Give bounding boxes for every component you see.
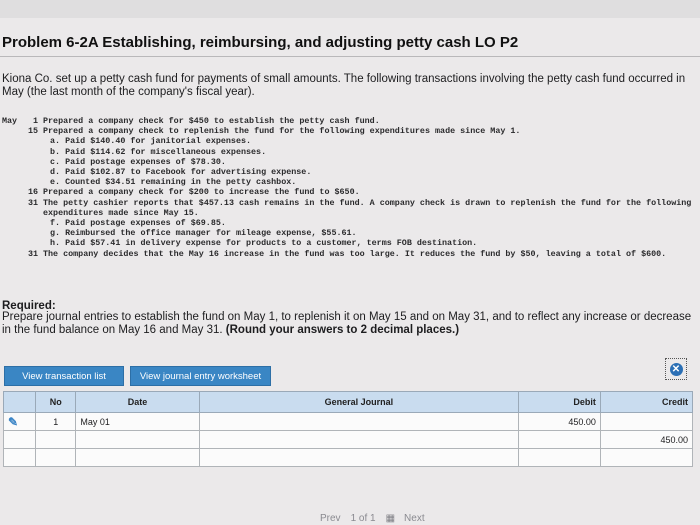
- transaction-month: [2, 177, 26, 187]
- transaction-item: c. Paid postage expenses of $78.30.: [2, 157, 692, 167]
- header-credit: Credit: [599, 391, 694, 413]
- transaction-day: 1: [32, 116, 38, 126]
- page-indicator: 1 of 1: [350, 512, 376, 524]
- transaction-day: 31: [27, 248, 38, 259]
- table-row[interactable]: 450.00: [2, 430, 694, 449]
- row-debit-cell[interactable]: 450.00: [518, 412, 601, 431]
- row-account-cell[interactable]: [198, 430, 520, 449]
- row-debit-cell[interactable]: [518, 430, 601, 449]
- journal-table: No Date General Journal Debit Credit ✎ 1…: [2, 391, 694, 467]
- transaction-item: a. Paid $140.40 for janitorial expenses.: [2, 136, 692, 146]
- transaction-text: a. Paid $140.40 for janitorial expenses.: [50, 136, 252, 147]
- transaction-item: h. Paid $57.41 in delivery expense for p…: [2, 238, 692, 248]
- transaction-text: b. Paid $114.62 for miscellaneous expens…: [50, 146, 267, 157]
- grid-icon[interactable]: ▦: [386, 513, 396, 524]
- transaction-text: c. Paid postage expenses of $78.30.: [50, 156, 226, 167]
- transaction-month: May: [2, 116, 18, 126]
- edit-cell: [2, 448, 37, 467]
- table-row[interactable]: ✎ 1 May 01 450.00: [2, 412, 694, 431]
- required-rounding-note: (Round your answers to 2 decimal places.…: [225, 324, 460, 336]
- transaction-item: 15 Prepared a company check to replenish …: [2, 126, 692, 136]
- row-credit-cell[interactable]: [599, 412, 694, 431]
- transaction-day: [26, 167, 38, 177]
- transaction-text: Prepared a company check for $450 to est…: [43, 116, 380, 126]
- top-bar: [0, 0, 700, 18]
- row-date-cell[interactable]: [75, 448, 200, 467]
- row-no-cell: 1: [35, 412, 77, 431]
- transaction-text: d. Paid $102.87 to Facebook for advertis…: [50, 167, 312, 178]
- transaction-day: [26, 218, 38, 228]
- title-divider: [0, 56, 700, 57]
- transaction-day: [26, 136, 38, 146]
- close-icon: ✕: [669, 362, 683, 376]
- row-account-cell[interactable]: [198, 412, 520, 431]
- transaction-item: 16 Prepared a company check for $200 to i…: [2, 187, 692, 197]
- transaction-item: 31 The company decides that the May 16 in…: [2, 249, 692, 259]
- transaction-month: [2, 198, 26, 218]
- transaction-month: [2, 167, 26, 177]
- transaction-day: 16: [27, 187, 38, 198]
- transaction-item: f. Paid postage expenses of $69.85.: [2, 218, 692, 228]
- header-date: Date: [75, 391, 200, 413]
- transaction-text: The petty cashier reports that $457.13 c…: [43, 197, 692, 218]
- transaction-month: [2, 136, 26, 146]
- transaction-item: b. Paid $114.62 for miscellaneous expens…: [2, 147, 692, 157]
- transaction-text: e. Counted $34.51 remaining in the petty…: [50, 177, 297, 188]
- transaction-item: May 1 Prepared a company check for $450 to…: [2, 116, 692, 126]
- header-debit: Debit: [518, 391, 601, 413]
- transaction-day: 31: [27, 197, 38, 208]
- transaction-month: [2, 187, 26, 197]
- problem-title: Problem 6-2A Establishing, reimbursing, …: [2, 34, 519, 51]
- transaction-month: [2, 218, 26, 228]
- transaction-day: [26, 228, 38, 238]
- pagination: Prev 1 of 1 ▦ Next: [320, 511, 520, 525]
- transaction-text: Prepared a company check to replenish th…: [43, 126, 521, 137]
- row-credit-cell[interactable]: [599, 448, 694, 467]
- transaction-month: [2, 228, 26, 238]
- edit-cell: [2, 430, 37, 449]
- transaction-item: 31 The petty cashier reports that $457.13…: [2, 198, 692, 218]
- row-no-cell: [35, 430, 77, 449]
- required-text: Prepare journal entries to establish the…: [2, 311, 692, 337]
- transaction-month: [2, 249, 26, 259]
- problem-intro: Kiona Co. set up a petty cash fund for p…: [2, 73, 686, 98]
- transaction-text: Prepared a company check for $200 to inc…: [43, 187, 360, 198]
- transaction-day: 15: [27, 126, 38, 137]
- transaction-text: g. Reimbursed the office manager for mil…: [50, 228, 357, 239]
- transaction-day: [26, 177, 38, 187]
- transaction-text: h. Paid $57.41 in delivery expense for p…: [50, 238, 478, 249]
- header-edit: [2, 391, 37, 413]
- row-date-cell[interactable]: [75, 430, 200, 449]
- transaction-item: e. Counted $34.51 remaining in the petty…: [2, 177, 692, 187]
- transaction-month: [2, 157, 26, 167]
- transaction-day: [26, 147, 38, 157]
- journal-header-row: No Date General Journal Debit Credit: [2, 391, 694, 413]
- prev-button[interactable]: Prev: [320, 513, 341, 524]
- transaction-day: [26, 157, 38, 167]
- row-account-cell[interactable]: [198, 448, 520, 467]
- transaction-item: g. Reimbursed the office manager for mil…: [2, 228, 692, 238]
- transaction-text: f. Paid postage expenses of $69.85.: [50, 218, 226, 229]
- row-no-cell: [35, 448, 77, 467]
- row-credit-cell[interactable]: 450.00: [599, 430, 694, 449]
- transaction-item: d. Paid $102.87 to Facebook for advertis…: [2, 167, 692, 177]
- header-no: No: [35, 391, 77, 413]
- transaction-month: [2, 147, 26, 157]
- view-transaction-list-button[interactable]: View transaction list: [4, 366, 124, 386]
- table-row[interactable]: [2, 448, 694, 467]
- edit-cell[interactable]: ✎: [2, 412, 37, 431]
- transaction-month: [2, 238, 26, 248]
- pencil-icon[interactable]: ✎: [8, 415, 18, 429]
- transaction-day: [26, 238, 38, 248]
- row-debit-cell[interactable]: [518, 448, 601, 467]
- close-button[interactable]: ✕: [665, 358, 687, 380]
- transaction-list: May 1 Prepared a company check for $450 to…: [2, 116, 692, 259]
- transaction-month: [2, 126, 26, 136]
- row-date-cell[interactable]: May 01: [75, 412, 200, 431]
- next-button[interactable]: Next: [404, 513, 425, 524]
- transaction-text: The company decides that the May 16 incr…: [43, 248, 667, 259]
- header-general-journal: General Journal: [198, 391, 520, 413]
- view-journal-worksheet-button[interactable]: View journal entry worksheet: [130, 366, 271, 386]
